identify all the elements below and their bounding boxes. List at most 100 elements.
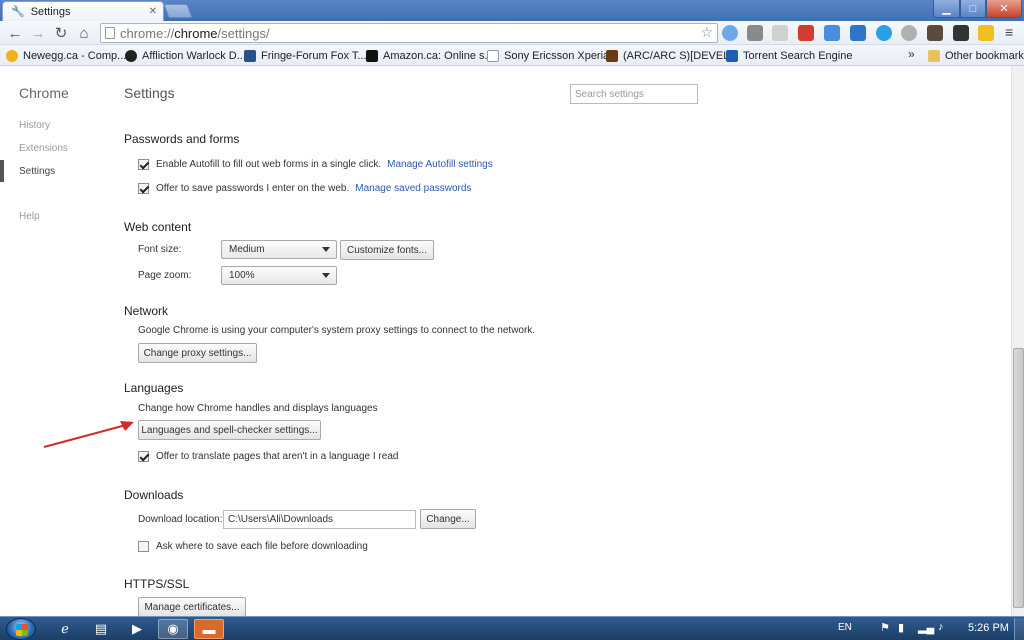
bookmark-item[interactable]: (ARC/ARC S)[DEVEL... [606, 48, 739, 64]
languages-settings-button[interactable]: Languages and spell-checker settings... [138, 420, 321, 440]
section-title-web-content: Web content [124, 220, 192, 234]
section-title-network: Network [124, 304, 169, 318]
volume-icon[interactable]: ♪ [938, 621, 944, 633]
back-button[interactable]: ← [6, 24, 24, 42]
section-title-passwords: Passwords and forms [124, 132, 240, 146]
extension-arrow-icon[interactable] [850, 25, 866, 41]
manage-certificates-button[interactable]: Manage certificates... [138, 597, 246, 616]
page-zoom-select[interactable]: 100% [221, 266, 337, 285]
show-desktop-button[interactable] [1014, 618, 1024, 640]
bookmark-favicon-icon [606, 50, 618, 62]
save-passwords-row: Offer to save passwords I enter on the w… [138, 183, 471, 194]
bookmark-favicon-icon [487, 50, 499, 62]
file-explorer-icon[interactable]: ▤ [86, 619, 116, 639]
close-window-button[interactable]: ✕ [986, 0, 1022, 18]
extension-pin-icon[interactable] [722, 25, 738, 41]
bookmark-favicon-icon [726, 50, 738, 62]
tab-settings[interactable]: 🔧 Settings ✕ [2, 1, 164, 21]
internet-explorer-icon[interactable]: ℯ [50, 619, 80, 639]
app-taskbar-icon[interactable]: ▬ [194, 619, 224, 639]
taskbar-clock[interactable]: 5:26 PM [968, 622, 1009, 634]
extension-camera-icon[interactable] [927, 25, 943, 41]
font-size-value: Medium [229, 244, 265, 255]
scrollbar-thumb[interactable] [1013, 348, 1024, 608]
download-location-label: Download location: [138, 514, 223, 525]
manage-autofill-link[interactable]: Manage Autofill settings [387, 159, 493, 170]
bookmark-item[interactable]: Newegg.ca - Comp... [6, 48, 126, 64]
section-title-https: HTTPS/SSL [124, 577, 190, 591]
bookmark-item[interactable]: Amazon.ca: Online s... [366, 48, 494, 64]
nav-title: Chrome [19, 85, 69, 101]
new-tab-button[interactable] [163, 4, 193, 18]
tab-close-icon[interactable]: ✕ [149, 6, 157, 17]
bookmarks-overflow-icon[interactable]: » [908, 47, 915, 61]
nav-item-history[interactable]: History [19, 120, 50, 131]
search-settings-input[interactable] [570, 84, 698, 104]
folder-icon [928, 50, 940, 62]
extension-translate-icon[interactable] [824, 25, 840, 41]
bookmark-star-icon[interactable]: ☆ [700, 24, 713, 41]
bookmark-favicon-icon [366, 50, 378, 62]
bookmark-favicon-icon [244, 50, 256, 62]
page-title: Settings [124, 85, 175, 101]
nav-item-settings[interactable]: Settings [19, 166, 55, 177]
nav-item-help[interactable]: Help [19, 211, 40, 222]
tray-flag-icon[interactable]: ⚑ [880, 621, 890, 634]
page-zoom-value: 100% [229, 270, 255, 281]
download-location-field[interactable]: C:\Users\Ali\Downloads [223, 510, 416, 529]
extension-bubble-icon[interactable] [876, 25, 892, 41]
tray-device-icon[interactable]: ▮ [898, 621, 904, 634]
ask-save-row: Ask where to save each file before downl… [138, 541, 368, 552]
windows-taskbar: ℯ ▤ ▶ ◉ ▬ EN ⚑ ▮ ▂▄ ♪ 5:26 PM [0, 616, 1024, 640]
ask-save-checkbox[interactable] [138, 541, 149, 552]
bookmark-item[interactable]: Fringe-Forum Fox T... [244, 48, 367, 64]
translate-label: Offer to translate pages that aren't in … [156, 451, 399, 462]
reload-button[interactable]: ↻ [52, 24, 70, 42]
translate-checkbox[interactable] [138, 451, 149, 462]
address-bar[interactable]: chrome://chrome/settings/ ☆ [100, 23, 718, 43]
nav-item-extensions[interactable]: Extensions [19, 143, 68, 154]
bookmark-favicon-icon [125, 50, 137, 62]
ask-save-label: Ask where to save each file before downl… [156, 541, 368, 552]
chrome-taskbar-icon[interactable]: ◉ [158, 619, 188, 639]
bookmark-item[interactable]: Affliction Warlock D... [125, 48, 246, 64]
chevron-down-icon [322, 247, 330, 252]
title-bar: 🔧 Settings ✕ ▁ □ ✕ [0, 0, 1024, 21]
save-passwords-checkbox[interactable] [138, 183, 149, 194]
font-size-select[interactable]: Medium [221, 240, 337, 259]
language-indicator[interactable]: EN [838, 622, 852, 633]
page-icon [105, 27, 115, 39]
bookmark-item[interactable]: Sony Ericsson Xperia... [487, 48, 618, 64]
other-bookmarks[interactable]: Other bookmarks [928, 48, 1024, 64]
bookmarks-bar: Newegg.ca - Comp... Affliction Warlock D… [0, 45, 1024, 66]
nav-selected-indicator [0, 160, 4, 182]
minimize-button[interactable]: ▁ [933, 0, 960, 18]
browser-toolbar: ← → ↻ ⌂ chrome://chrome/settings/ ☆ ≡ [0, 21, 1024, 45]
maximize-button[interactable]: □ [960, 0, 986, 18]
forward-button[interactable]: → [29, 24, 47, 42]
manage-passwords-link[interactable]: Manage saved passwords [355, 183, 471, 194]
change-location-button[interactable]: Change... [420, 509, 476, 529]
menu-icon[interactable]: ≡ [1005, 24, 1013, 40]
media-player-icon[interactable]: ▶ [122, 619, 152, 639]
autofill-label: Enable Autofill to fill out web forms in… [156, 159, 382, 170]
page-zoom-label: Page zoom: [138, 270, 192, 281]
home-button[interactable]: ⌂ [75, 24, 93, 42]
page-scrollbar[interactable] [1011, 66, 1024, 616]
start-button[interactable] [6, 618, 36, 640]
change-proxy-button[interactable]: Change proxy settings... [138, 343, 257, 363]
customize-fonts-button[interactable]: Customize fonts... [340, 240, 434, 260]
font-size-label: Font size: [138, 244, 182, 255]
wrench-icon: 🔧 [11, 6, 25, 18]
extension-calendar-icon[interactable] [747, 25, 763, 41]
autofill-checkbox[interactable] [138, 159, 149, 170]
bookmark-item[interactable]: Torrent Search Engine [726, 48, 852, 64]
extension-flag-icon[interactable] [978, 25, 994, 41]
gmail-extension-icon[interactable] [798, 25, 814, 41]
extension-page-icon[interactable] [772, 25, 788, 41]
network-icon[interactable]: ▂▄ [918, 621, 934, 634]
settings-main: Settings Passwords and forms Enable Auto… [124, 66, 1004, 616]
bookmark-favicon-icon [6, 50, 18, 62]
extension-phone-icon[interactable] [953, 25, 969, 41]
extension-circle-icon[interactable] [901, 25, 917, 41]
